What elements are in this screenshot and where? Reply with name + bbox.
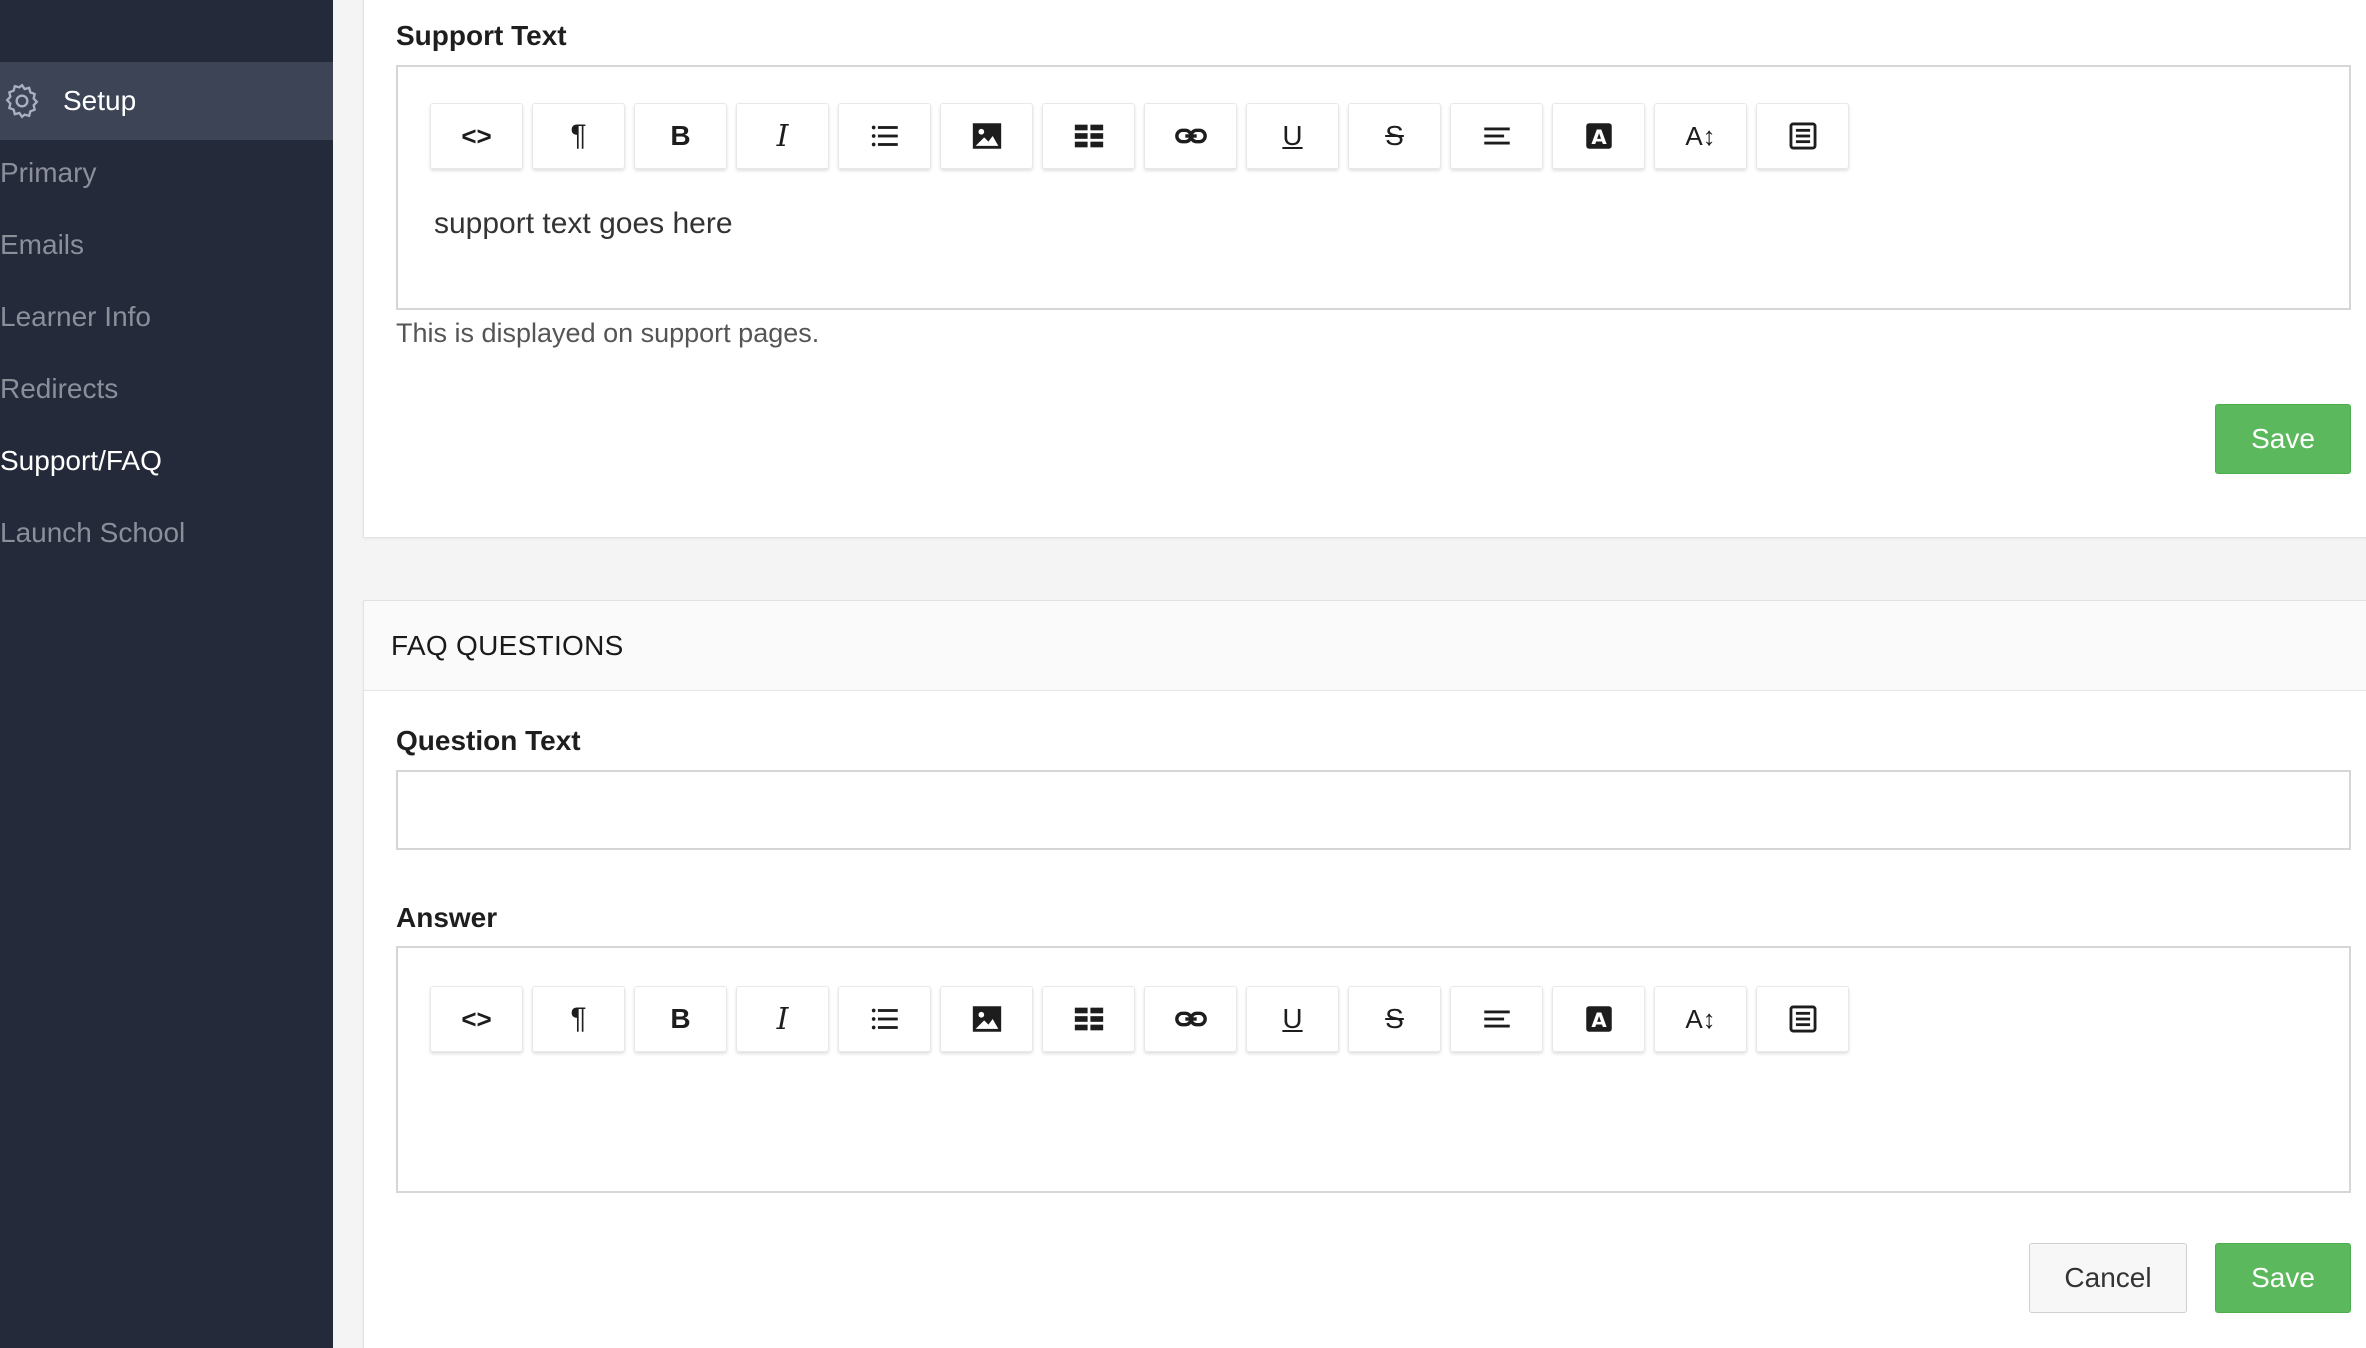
bold-icon: B xyxy=(670,120,691,151)
font-size-icon: A↕ xyxy=(1685,1003,1716,1034)
list-button[interactable] xyxy=(838,103,931,169)
link-button[interactable] xyxy=(1144,103,1237,169)
paragraph-icon: ¶ xyxy=(570,1002,587,1035)
image-icon xyxy=(972,1006,1001,1032)
italic-button[interactable]: I xyxy=(736,986,829,1052)
template-button[interactable] xyxy=(1756,986,1849,1052)
sidebar-item-launch-school[interactable]: Launch School xyxy=(0,517,185,549)
sidebar: Setup Primary Emails Learner Info Redire… xyxy=(0,0,333,1348)
faq-save-button[interactable]: Save xyxy=(2215,1243,2351,1313)
support-text-content[interactable]: support text goes here xyxy=(434,207,733,241)
strikethrough-button[interactable]: S xyxy=(1348,103,1441,169)
underline-button[interactable]: U xyxy=(1246,986,1339,1052)
faq-card-title: FAQ QUESTIONS xyxy=(391,630,624,661)
table-button[interactable] xyxy=(1042,986,1135,1052)
align-icon xyxy=(1483,1010,1510,1028)
list-icon xyxy=(871,1008,898,1030)
font-size-button[interactable]: A↕ xyxy=(1654,103,1747,169)
bold-button[interactable]: B xyxy=(634,103,727,169)
font-color-button[interactable]: A xyxy=(1552,103,1645,169)
font-color-icon: A xyxy=(1585,1006,1612,1032)
gear-icon xyxy=(5,83,39,119)
table-icon xyxy=(1074,124,1103,148)
code-view-button[interactable]: <> xyxy=(430,103,523,169)
editor-toolbar: <> ¶ B I U S A A↕ xyxy=(430,103,1858,169)
question-text-input[interactable] xyxy=(396,770,2351,850)
italic-icon: I xyxy=(776,118,789,154)
list-icon xyxy=(871,125,898,147)
paragraph-button[interactable]: ¶ xyxy=(532,986,625,1052)
support-text-help: This is displayed on support pages. xyxy=(396,318,820,348)
link-icon xyxy=(1174,128,1207,144)
italic-button[interactable]: I xyxy=(736,103,829,169)
image-button[interactable] xyxy=(940,103,1033,169)
support-save-button[interactable]: Save xyxy=(2215,404,2351,474)
editor-toolbar: <> ¶ B I U S A A↕ xyxy=(430,986,1858,1052)
sidebar-item-primary[interactable]: Primary xyxy=(0,157,96,189)
font-color-button[interactable]: A xyxy=(1552,986,1645,1052)
answer-editor[interactable]: <> ¶ B I U S A A↕ xyxy=(396,946,2351,1193)
template-icon xyxy=(1789,1005,1816,1033)
paragraph-icon: ¶ xyxy=(570,119,587,152)
strikethrough-icon: S xyxy=(1385,1003,1404,1034)
bold-button[interactable]: B xyxy=(634,986,727,1052)
font-color-icon: A xyxy=(1585,123,1612,149)
code-icon: <> xyxy=(461,1003,492,1034)
image-button[interactable] xyxy=(940,986,1033,1052)
italic-icon: I xyxy=(776,1001,789,1037)
support-text-label: Support Text xyxy=(396,20,567,51)
template-button[interactable] xyxy=(1756,103,1849,169)
strikethrough-button[interactable]: S xyxy=(1348,986,1441,1052)
sidebar-item-learner-info[interactable]: Learner Info xyxy=(0,301,151,333)
code-icon: <> xyxy=(461,120,492,151)
sidebar-setup-label: Setup xyxy=(63,85,137,116)
image-icon xyxy=(972,123,1001,149)
sidebar-item-redirects[interactable]: Redirects xyxy=(0,373,118,405)
sidebar-item-support-faq[interactable]: Support/FAQ xyxy=(0,445,162,477)
faq-card-header: FAQ QUESTIONS xyxy=(364,601,2366,691)
svg-text:A: A xyxy=(1591,1009,1607,1032)
strikethrough-icon: S xyxy=(1385,120,1404,151)
answer-label: Answer xyxy=(396,902,498,933)
underline-button[interactable]: U xyxy=(1246,103,1339,169)
question-text-label: Question Text xyxy=(396,725,581,756)
code-view-button[interactable]: <> xyxy=(430,986,523,1052)
sidebar-setup-item[interactable]: Setup xyxy=(0,62,333,140)
table-icon xyxy=(1074,1007,1103,1031)
font-size-button[interactable]: A↕ xyxy=(1654,986,1747,1052)
table-button[interactable] xyxy=(1042,103,1135,169)
align-button[interactable] xyxy=(1450,986,1543,1052)
svg-text:A: A xyxy=(1591,126,1607,149)
paragraph-button[interactable]: ¶ xyxy=(532,103,625,169)
support-text-editor[interactable]: <> ¶ B I U S A A↕ support text goes here xyxy=(396,65,2351,310)
align-button[interactable] xyxy=(1450,103,1543,169)
link-button[interactable] xyxy=(1144,986,1237,1052)
underline-icon: U xyxy=(1282,1003,1303,1034)
bold-icon: B xyxy=(670,1003,691,1034)
underline-icon: U xyxy=(1282,120,1303,151)
cancel-button[interactable]: Cancel xyxy=(2029,1243,2187,1313)
sidebar-item-emails[interactable]: Emails xyxy=(0,229,84,261)
template-icon xyxy=(1789,122,1816,150)
font-size-icon: A↕ xyxy=(1685,120,1716,151)
list-button[interactable] xyxy=(838,986,931,1052)
link-icon xyxy=(1174,1011,1207,1027)
align-icon xyxy=(1483,127,1510,145)
